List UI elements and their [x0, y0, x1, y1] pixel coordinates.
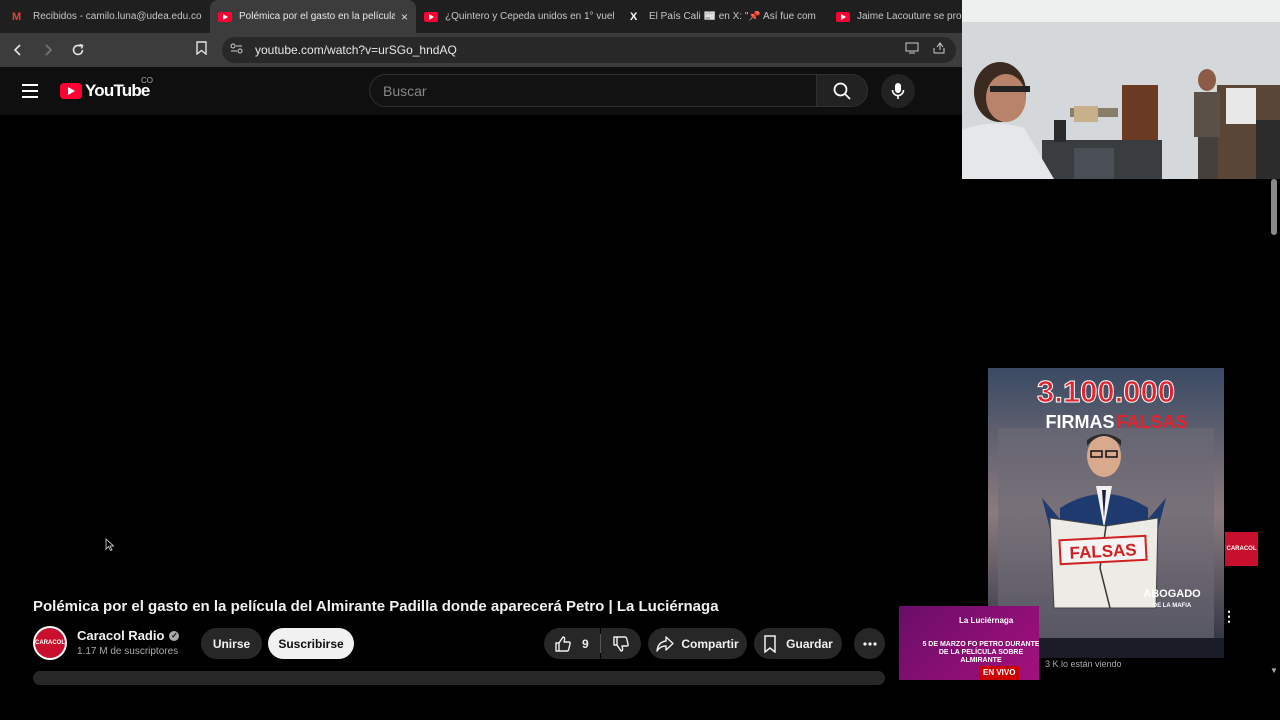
tab-title: Recibidos - camilo.luna@udea.edu.co — [33, 11, 202, 22]
share-button[interactable]: Compartir — [648, 628, 747, 659]
scroll-down-icon[interactable]: ▼ — [1270, 666, 1278, 675]
back-icon[interactable] — [6, 38, 30, 62]
search-input[interactable] — [370, 75, 816, 106]
search-icon — [833, 82, 851, 100]
video-player[interactable] — [0, 115, 962, 585]
like-count: 9 — [582, 636, 589, 651]
share-page-icon[interactable] — [933, 42, 946, 57]
live-badge: EN VIVO — [979, 666, 1020, 680]
share-icon — [656, 635, 675, 652]
search-button[interactable] — [816, 74, 868, 107]
poster-caption-abogado: ABOGADO — [1143, 588, 1201, 600]
more-actions-button[interactable] — [854, 628, 885, 659]
poster-headline-number: 3.100.000 — [1037, 374, 1175, 409]
youtube-icon — [424, 11, 438, 22]
search-box — [369, 74, 816, 107]
site-settings-icon[interactable] — [230, 43, 246, 57]
youtube-logo[interactable]: YouTube CO — [60, 76, 153, 101]
join-button[interactable]: Unirse — [201, 628, 262, 659]
omnibox-actions — [905, 42, 946, 57]
menu-icon[interactable] — [22, 84, 38, 98]
install-app-icon[interactable] — [905, 42, 919, 57]
like-button[interactable]: 9 — [544, 628, 600, 659]
forward-icon[interactable] — [36, 38, 60, 62]
thumb-text: 5 DE MARZO FO PETRO DURANTE DE LA PELÍCU… — [922, 641, 1039, 664]
channel-name-row[interactable]: Caracol Radio ✓ — [77, 628, 180, 643]
share-label: Compartir — [681, 636, 739, 651]
page-scrollbar[interactable]: ▼ — [1268, 179, 1280, 679]
tab-youtube[interactable]: ¿Quintero y Cepeda unidos en 1° vuelta? — [416, 0, 622, 33]
gmail-icon: M — [12, 10, 22, 23]
tab-title: ¿Quintero y Cepeda unidos en 1° vuelta? — [445, 11, 614, 22]
poster-stamp: FALSAS — [1069, 540, 1137, 562]
webcam-overlay — [962, 0, 1280, 179]
subscribe-button[interactable]: Suscribirse — [268, 628, 354, 659]
poster-headline-firmas: FIRMAS — [1046, 412, 1115, 432]
youtube-icon — [836, 11, 850, 22]
caracol-watermark-logo: CARACOL — [1225, 532, 1258, 566]
thumbs-down-icon — [613, 635, 629, 652]
save-button[interactable]: Guardar — [754, 628, 842, 659]
save-label: Guardar — [786, 636, 833, 651]
dislike-button[interactable] — [601, 628, 641, 659]
thumbs-up-icon — [555, 635, 571, 652]
tab-x[interactable]: X El País Cali 📰 en X: "📌 Así fue com — [622, 0, 828, 33]
bookmark-save-icon — [764, 634, 776, 653]
tab-gmail[interactable]: M Recibidos - camilo.luna@udea.edu.co — [4, 0, 210, 33]
reload-icon[interactable] — [66, 38, 90, 62]
x-icon: X — [630, 10, 638, 23]
mouse-cursor — [105, 538, 115, 556]
recommended-live-thumbnail[interactable]: La Luciérnaga 5 DE MARZO FO PETRO DURANT… — [899, 606, 1039, 680]
microphone-icon — [891, 83, 905, 99]
description-box[interactable] — [33, 671, 885, 685]
url-text: youtube.com/watch?v=urSGo_hndAQ — [255, 43, 457, 57]
address-bar[interactable]: youtube.com/watch?v=urSGo_hndAQ — [222, 37, 956, 63]
channel-name[interactable]: Caracol Radio — [77, 628, 164, 643]
thumb-brand: La Luciérnaga — [959, 616, 1014, 625]
scrollbar-thumb[interactable] — [1271, 179, 1277, 235]
caracol-logo-icon: CARACOL — [35, 628, 65, 658]
more-horizontal-icon — [862, 641, 877, 646]
poster-caption-mafia: DE LA MAFIA — [1153, 603, 1192, 609]
country-code: CO — [141, 76, 153, 85]
verified-icon: ✓ — [169, 630, 180, 641]
subscriber-count: 1.17 M de suscriptores — [77, 646, 179, 657]
logo-wordmark: YouTube — [85, 81, 150, 100]
tab-title: El País Cali 📰 en X: "📌 Así fue com — [649, 11, 816, 22]
tab-youtube-active[interactable]: Polémica por el gasto en la película × — [210, 0, 416, 33]
video-title: Polémica por el gasto en la película del… — [33, 598, 719, 615]
youtube-icon — [218, 11, 232, 22]
voice-search-button[interactable] — [881, 74, 915, 108]
bookmark-icon[interactable] — [196, 41, 207, 58]
live-viewers: 3 K lo están viendo — [1045, 659, 1122, 669]
youtube-play-icon — [60, 83, 82, 99]
tab-title: Polémica por el gasto en la película — [239, 11, 395, 22]
channel-avatar[interactable]: CARACOL — [33, 626, 67, 660]
close-tab-icon[interactable]: × — [401, 10, 408, 24]
more-vertical-icon[interactable]: ⋮ — [1222, 608, 1236, 625]
poster-headline-falsas: FALSAS — [1116, 412, 1187, 432]
